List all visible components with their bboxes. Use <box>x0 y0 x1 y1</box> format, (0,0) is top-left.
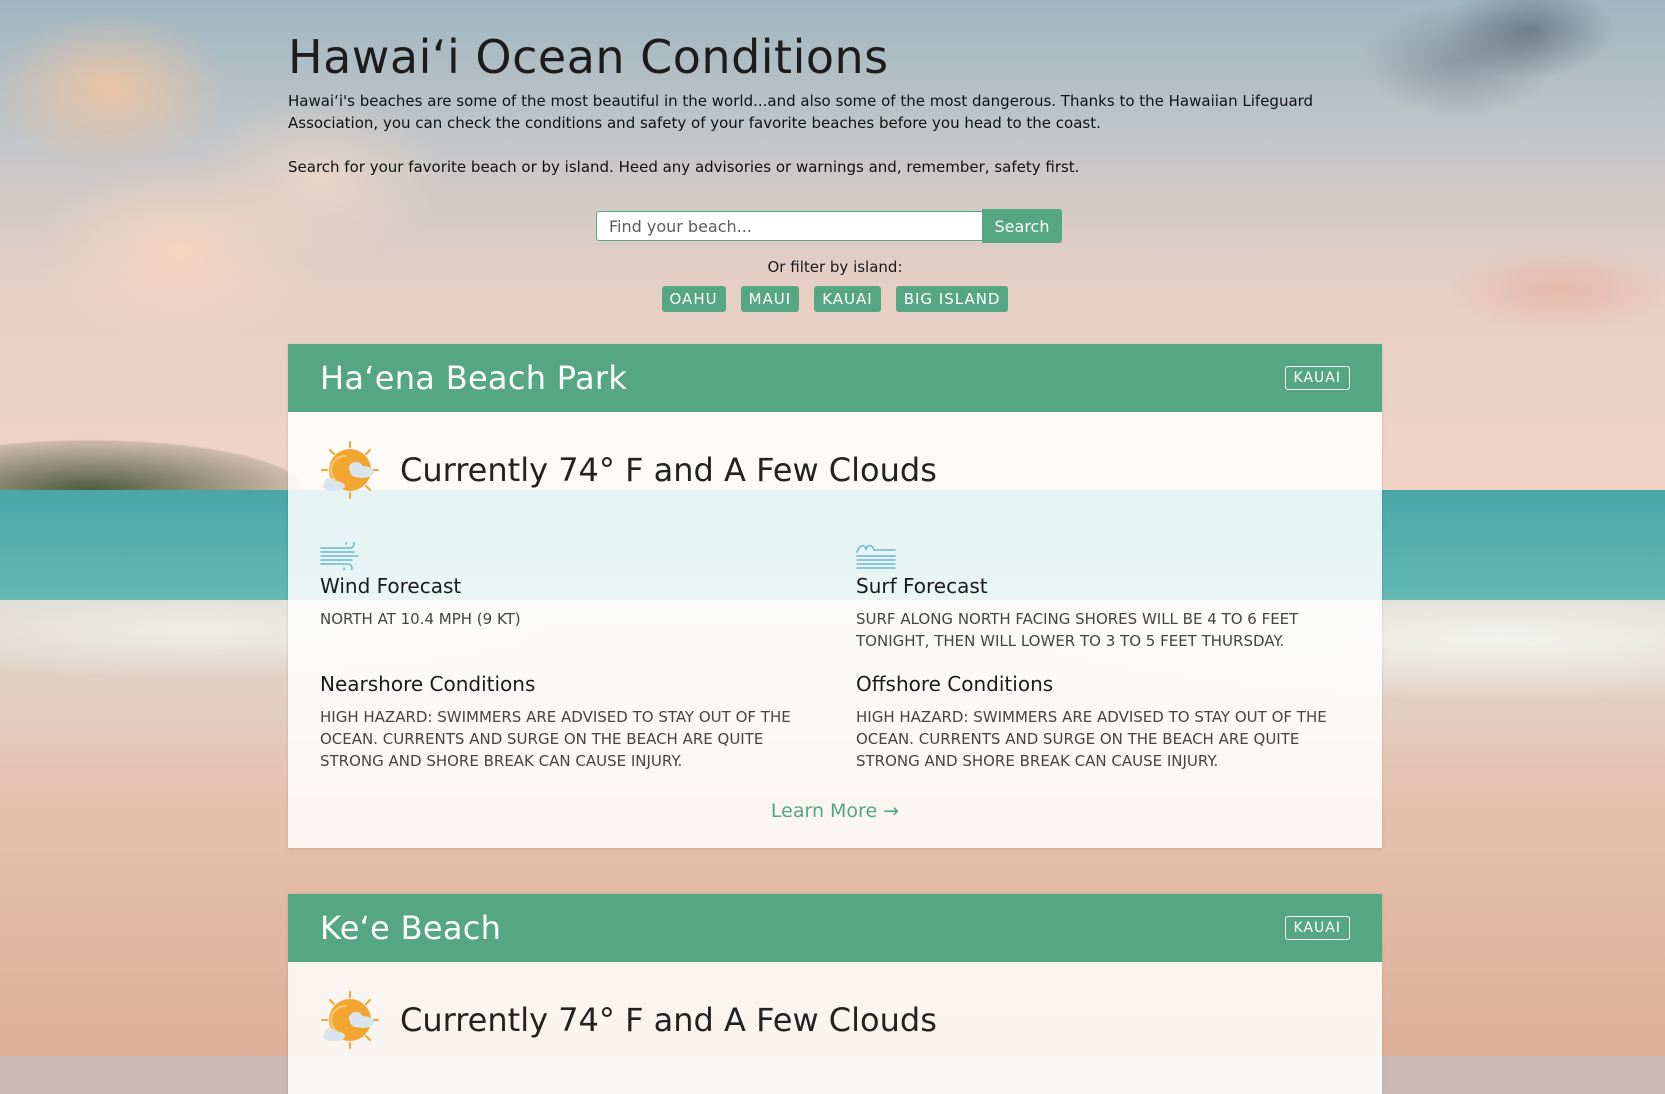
intro: Hawaiʻi's beaches are some of the most b… <box>288 90 1388 178</box>
sun-cloud-icon <box>321 991 379 1049</box>
search-input[interactable] <box>596 211 982 241</box>
search-button[interactable]: Search <box>982 209 1062 243</box>
intro-paragraph-2: Search for your favorite beach or by isl… <box>288 158 1080 176</box>
search-bar: Search <box>596 209 1062 243</box>
island-filters: OAHU MAUI KAUAI BIG ISLAND <box>288 286 1382 312</box>
waves-icon <box>856 544 896 569</box>
surf-forecast: Surf Forecast Surf along north facing sh… <box>856 542 1356 652</box>
card-header: Keʻe Beach KAUAI <box>288 894 1382 962</box>
filter-maui-button[interactable]: MAUI <box>740 286 800 312</box>
filter-oahu-button[interactable]: OAHU <box>661 286 726 312</box>
conditions-grid: Wind Forecast North at 10.4 MPH (9 KT) S… <box>288 542 1382 772</box>
sun-cloud-icon <box>321 441 379 499</box>
weather-summary: Currently 74° F and A Few Clouds <box>288 412 1382 500</box>
page-title: Hawaiʻi Ocean Conditions <box>288 30 889 84</box>
beach-card: Haʻena Beach Park KAUAI Currently 74° F … <box>288 344 1382 848</box>
filter-big-island-button[interactable]: BIG ISLAND <box>895 286 1009 312</box>
intro-paragraph: Hawaiʻi's beaches are some of the most b… <box>288 92 1314 132</box>
beach-card: Keʻe Beach KAUAI Currently 74° F and A F… <box>288 894 1382 1094</box>
weather-text: Currently 74° F and A Few Clouds <box>400 1001 937 1039</box>
weather-summary: Currently 74° F and A Few Clouds <box>288 962 1382 1050</box>
island-badge[interactable]: KAUAI <box>1284 366 1350 390</box>
nearshore-text: High Hazard: Swimmers are advised to sta… <box>320 708 791 770</box>
beach-name: Keʻe Beach <box>320 909 502 947</box>
offshore-title: Offshore Conditions <box>856 672 1054 696</box>
wind-title: Wind Forecast <box>320 574 462 598</box>
island-badge[interactable]: KAUAI <box>1284 916 1350 940</box>
filter-label: Or filter by island: <box>767 258 903 276</box>
offshore-text: High Hazard: Swimmers are advised to sta… <box>856 708 1327 770</box>
learn-more-link[interactable]: Learn More → <box>288 772 1382 848</box>
card-header: Haʻena Beach Park KAUAI <box>288 344 1382 412</box>
wind-text: North at 10.4 MPH (9 KT) <box>320 610 521 628</box>
wind-icon <box>320 542 359 570</box>
beach-name: Haʻena Beach Park <box>320 359 628 397</box>
weather-text: Currently 74° F and A Few Clouds <box>400 451 937 489</box>
nearshore-conditions: Nearshore Conditions High Hazard: Swimme… <box>320 672 856 772</box>
wind-forecast: Wind Forecast North at 10.4 MPH (9 KT) <box>320 542 856 652</box>
surf-title: Surf Forecast <box>856 574 988 598</box>
offshore-conditions: Offshore Conditions High Hazard: Swimmer… <box>856 672 1356 772</box>
nearshore-title: Nearshore Conditions <box>320 672 536 696</box>
surf-text: Surf along north facing shores will be 4… <box>856 610 1299 650</box>
filter-kauai-button[interactable]: KAUAI <box>814 286 881 312</box>
